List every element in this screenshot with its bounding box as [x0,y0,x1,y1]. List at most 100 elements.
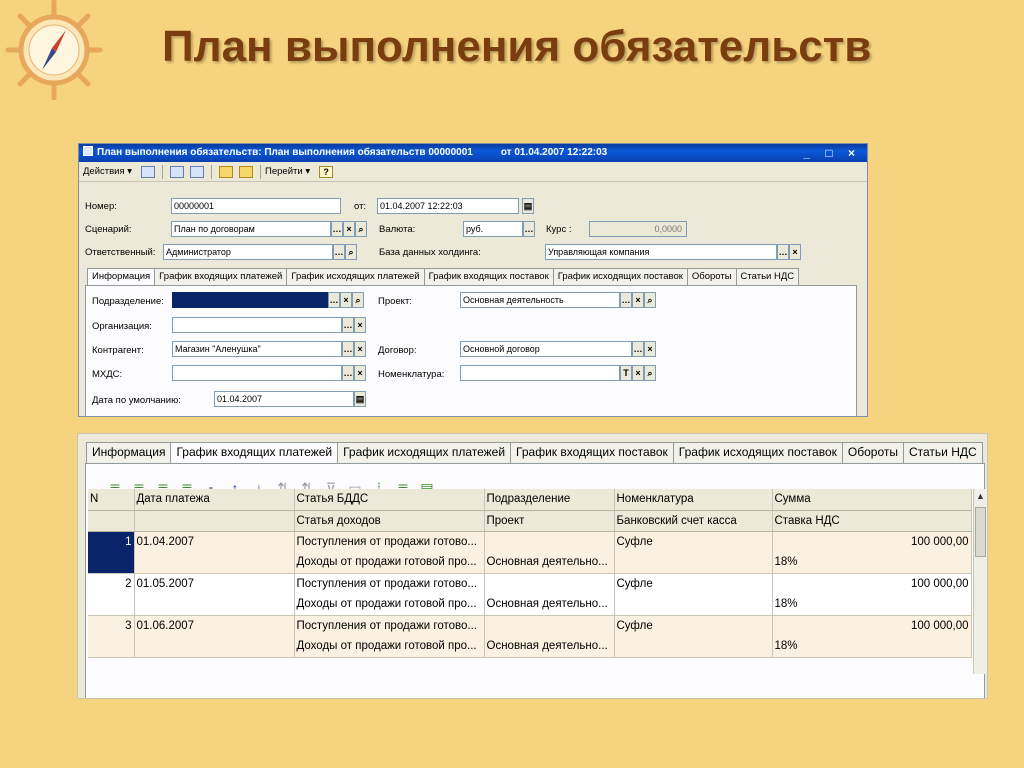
income-cell[interactable]: Доходы от продажи готовой про... [294,552,485,574]
select-dots-icon[interactable]: … [331,221,343,237]
column-header[interactable]: Подразделение [484,489,615,511]
division-cell[interactable] [484,573,615,594]
date-cell[interactable] [134,636,295,658]
date-field[interactable]: 01.04.2007 12:22:03 [377,198,519,214]
bdds-cell[interactable]: Поступления от продажи готово... [294,531,485,552]
column-header[interactable]: Ставка НДС [772,510,972,532]
goto-menu[interactable]: Перейти ▾ [265,166,310,177]
search-icon[interactable]: ⌕ [644,365,656,381]
tab-outgoing-payments[interactable]: График исходящих платежей [286,268,425,286]
row-number-cell[interactable]: 2 [88,573,135,594]
currency-field[interactable]: руб. [463,221,523,237]
tab-outgoing-payments[interactable]: График исходящих платежей [337,442,512,464]
division-cell[interactable] [484,615,615,636]
nomenclature-cell[interactable]: Суфле [614,615,773,636]
column-header[interactable]: Статья доходов [294,510,485,532]
select-dots-icon[interactable]: … [632,341,644,357]
account-cell[interactable] [614,636,773,658]
date-cell[interactable]: 01.05.2007 [134,573,295,594]
search-icon[interactable]: ⌕ [644,292,656,308]
date-cell[interactable]: 01.06.2007 [134,615,295,636]
clear-icon[interactable]: × [340,292,352,308]
refresh-icon[interactable] [190,165,205,178]
select-dots-icon[interactable]: … [342,341,354,357]
tab-outgoing-deliveries[interactable]: График исходящих поставок [672,442,843,464]
clear-icon[interactable]: × [632,292,644,308]
nomenclature-cell[interactable]: Суфле [614,531,773,552]
tab-incoming-deliveries[interactable]: График входящих поставок [423,268,554,286]
table-row[interactable]: 2 01.05.2007 Поступления от продажи гото… [88,573,972,594]
project-cell[interactable]: Основная деятельно... [484,594,615,616]
clear-icon[interactable]: × [354,365,366,381]
income-cell[interactable]: Доходы от продажи готовой про... [294,594,485,616]
post-icon[interactable] [239,165,254,178]
select-dots-icon[interactable]: … [333,244,345,260]
clear-icon[interactable]: × [354,317,366,333]
account-cell[interactable] [614,552,773,574]
tab-outgoing-deliveries[interactable]: График исходящих поставок [552,268,688,286]
project-field[interactable]: Основная деятельность [460,292,620,308]
counterparty-field[interactable]: Магазин "Аленушка" [172,341,342,357]
search-icon[interactable]: ⌕ [345,244,357,260]
window-controls[interactable]: _ □ × [803,144,861,162]
clear-icon[interactable]: × [343,221,355,237]
income-cell[interactable]: Доходы от продажи готовой про... [294,636,485,658]
help-icon[interactable]: ? [319,165,334,178]
nomenclature-field[interactable] [460,365,620,381]
row-number-cell[interactable] [88,636,135,658]
tab-info[interactable]: Информация [86,442,172,464]
contract-field[interactable]: Основной договор [460,341,632,357]
clear-icon[interactable]: × [354,341,366,357]
tab-turnovers[interactable]: Обороты [686,268,737,286]
column-header[interactable]: Дата платежа [134,489,295,511]
default-date-field[interactable]: 01.04.2007 [214,391,354,407]
scroll-up-icon[interactable]: ▲ [976,491,985,501]
tab-vat-items[interactable]: Статьи НДС [902,442,983,464]
number-field[interactable]: 00000001 [171,198,341,214]
search-icon[interactable]: ⌕ [355,221,367,237]
select-dots-icon[interactable]: … [328,292,340,308]
search-icon[interactable]: ⌕ [352,292,364,308]
mhds-field[interactable] [172,365,342,381]
project-cell[interactable]: Основная деятельно... [484,552,615,574]
calendar-icon[interactable]: ▤ [522,198,534,214]
column-header[interactable]: Номенклатура [614,489,773,511]
select-dots-icon[interactable]: … [342,317,354,333]
account-cell[interactable] [614,594,773,616]
table-row[interactable]: Доходы от продажи готовой про... Основна… [88,594,972,616]
column-header[interactable]: Статья БДДС [294,489,485,511]
actions-menu[interactable]: Действия ▾ [83,166,132,177]
date-cell[interactable]: 01.04.2007 [134,531,295,552]
clear-icon[interactable]: × [789,244,801,260]
sum-cell[interactable]: 100 000,00 [772,573,972,594]
scrollbar-thumb[interactable] [975,507,986,557]
calendar-icon[interactable]: ▤ [354,391,366,407]
sum-cell[interactable]: 100 000,00 [772,531,972,552]
table-row[interactable]: 3 01.06.2007 Поступления от продажи гото… [88,615,972,636]
tab-incoming-deliveries[interactable]: График входящих поставок [510,442,674,464]
bdds-cell[interactable]: Поступления от продажи готово... [294,573,485,594]
form-icon[interactable] [170,165,185,178]
vertical-scrollbar[interactable]: ▲ [973,489,987,674]
vat-cell[interactable]: 18% [772,594,972,616]
vat-cell[interactable]: 18% [772,636,972,658]
table-row[interactable]: 1 01.04.2007 Поступления от продажи гото… [88,531,972,552]
tab-incoming-payments[interactable]: График входящих платежей [170,442,339,464]
back-arrow-icon[interactable] [141,165,156,178]
select-dots-icon[interactable]: … [342,365,354,381]
tab-info[interactable]: Информация [87,268,156,286]
bdds-cell[interactable]: Поступления от продажи готово... [294,615,485,636]
column-header[interactable]: Проект [484,510,615,532]
structure-icon[interactable] [219,165,234,178]
type-icon[interactable]: T [620,365,632,381]
column-header[interactable]: Сумма [772,489,972,511]
row-number-cell[interactable] [88,552,135,574]
row-number-cell[interactable]: 1 [88,531,135,552]
division-cell[interactable] [484,531,615,552]
division-field[interactable] [172,292,328,308]
organization-field[interactable] [172,317,342,333]
date-cell[interactable] [134,552,295,574]
scenario-field[interactable]: План по договорам [171,221,331,237]
project-cell[interactable]: Основная деятельно... [484,636,615,658]
row-number-cell[interactable] [88,594,135,616]
